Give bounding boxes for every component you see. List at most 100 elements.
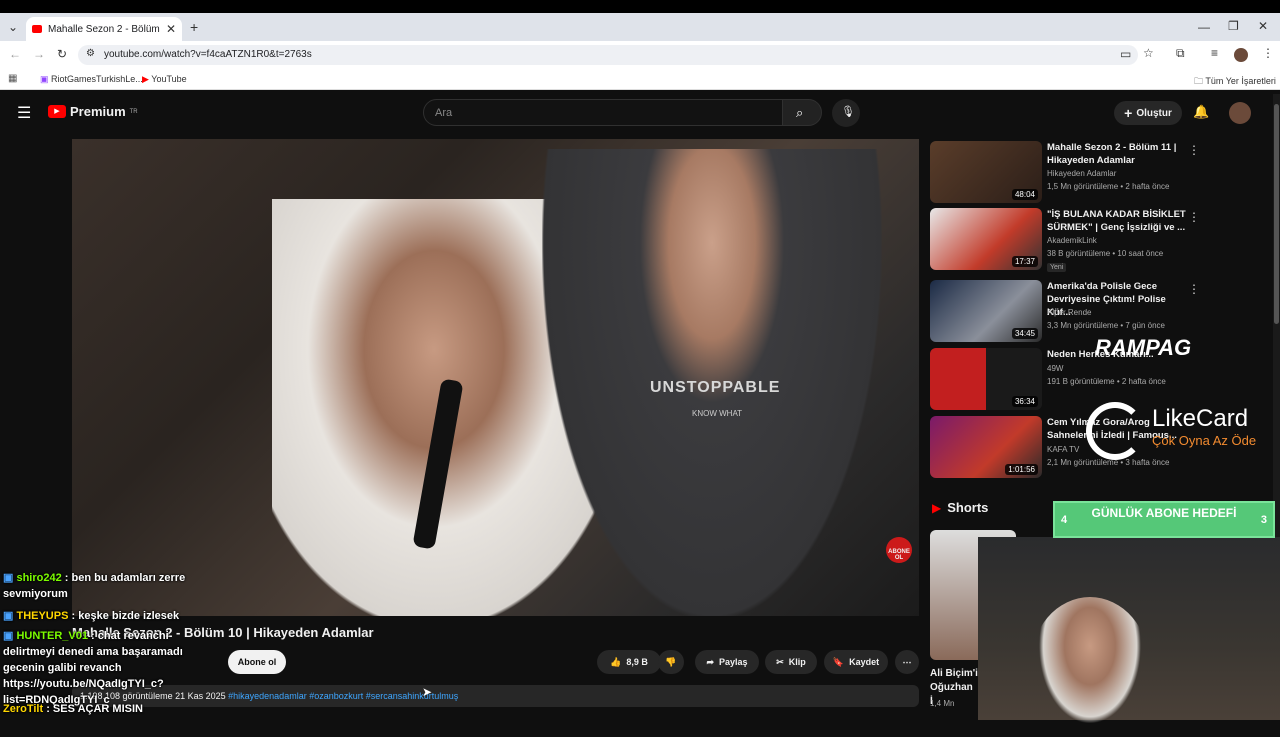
- mic-icon: 🎙: [841, 106, 855, 118]
- webcam-overlay: [978, 537, 1280, 737]
- goal-current: 4: [1061, 514, 1068, 526]
- duration-badge: 34:45: [1011, 328, 1038, 339]
- recommendation-channel[interactable]: 49W: [1047, 364, 1063, 373]
- new-tab-icon[interactable]: +: [190, 19, 198, 35]
- bookmark-youtube[interactable]: ▶ YouTube: [142, 74, 187, 85]
- youtube-play-icon: ▶: [48, 105, 66, 118]
- search-icon: ⌕: [796, 105, 804, 120]
- bookmark-youtube-label: YouTube: [151, 74, 187, 84]
- video-player[interactable]: UNSTOPPABLE KNOW WHAT: [72, 139, 919, 616]
- bookmark-star-icon[interactable]: ☆: [1143, 46, 1154, 60]
- forward-icon[interactable]: →: [33, 47, 45, 61]
- save-label: Kaydet: [849, 657, 880, 667]
- likecard-logo-text: LikeCard: [1152, 405, 1249, 432]
- recommendation-thumbnail[interactable]: 36:34: [930, 348, 1042, 410]
- recommendation-item[interactable]: 34:45 Amerika'da Polisle Gece Devriyesin…: [930, 280, 1270, 342]
- like-button[interactable]: 👍 8,9 B: [597, 650, 661, 674]
- apps-grid-icon[interactable]: ▦: [8, 73, 17, 84]
- recommendation-title[interactable]: Mahalle Sezon 2 - Bölüm 11 | Hikayeden A…: [1047, 141, 1187, 167]
- recommendation-channel[interactable]: KAFA TV: [1047, 445, 1079, 454]
- share-label: Paylaş: [719, 657, 748, 667]
- profile-avatar[interactable]: [1234, 48, 1248, 62]
- more-options-icon[interactable]: ⋮: [1188, 210, 1200, 224]
- more-options-icon[interactable]: ⋮: [1188, 143, 1200, 157]
- streamer-figure: [1030, 597, 1150, 737]
- scrollbar-thumb[interactable]: [1274, 104, 1279, 324]
- duration-badge: 36:34: [1011, 396, 1038, 407]
- chat-text: SES AÇAR MISIN: [52, 703, 143, 715]
- subscribe-button[interactable]: Abone ol: [228, 650, 286, 674]
- chat-text: keşke bizde izlesek: [78, 610, 180, 622]
- recommendation-thumbnail[interactable]: 34:45: [930, 280, 1042, 342]
- plus-icon: +: [1124, 105, 1133, 121]
- recommendation-item[interactable]: 17:37 "İŞ BULANA KADAR BİSİKLET SÜRMEK" …: [930, 208, 1270, 272]
- bookmark-riot[interactable]: ▣ RiotGamesTurkishLe...: [40, 74, 143, 85]
- create-label: Oluştur: [1136, 107, 1172, 119]
- dislike-button[interactable]: 👎: [658, 650, 684, 674]
- extensions-icon[interactable]: ⧉: [1176, 46, 1185, 61]
- recommendation-channel[interactable]: Alper Rende: [1047, 308, 1091, 317]
- recommendation-item[interactable]: 48:04 Mahalle Sezon 2 - Bölüm 11 | Hikay…: [930, 141, 1270, 203]
- close-tab-icon[interactable]: ✕: [166, 22, 176, 36]
- voice-search-button[interactable]: 🎙: [832, 99, 860, 127]
- recommendation-title[interactable]: "İŞ BULANA KADAR BİSİKLET SÜRMEK" | Genç…: [1047, 208, 1187, 234]
- duration-badge: 1:01:56: [1005, 464, 1038, 475]
- shirt-text: UNSTOPPABLE: [650, 379, 781, 396]
- chat-badge-icon: ▣: [3, 572, 14, 584]
- clip-button[interactable]: ✂ Klip: [765, 650, 817, 674]
- chat-username: shiro242: [16, 572, 62, 584]
- more-options-icon[interactable]: ⋮: [1188, 282, 1200, 296]
- save-button[interactable]: 🔖 Kaydet: [824, 650, 888, 674]
- install-icon[interactable]: ▭: [1120, 47, 1131, 61]
- back-icon[interactable]: ←: [9, 47, 21, 61]
- recommendation-channel[interactable]: Hikayeden Adamlar: [1047, 169, 1116, 178]
- recommendation-meta: 38 B görüntüleme • 10 saat önce: [1047, 249, 1164, 258]
- bookmark-icon: 🔖: [832, 656, 845, 667]
- search-input[interactable]: Ara: [423, 99, 783, 126]
- short-views: 1,4 Mn: [930, 699, 955, 708]
- likecard-slogan: Çok Oyna Az Öde: [1152, 433, 1257, 448]
- tab-search-chevron-icon[interactable]: ⌄: [8, 20, 18, 34]
- new-badge: Yeni: [1047, 263, 1067, 272]
- chrome-menu-icon[interactable]: ⋮: [1262, 46, 1274, 60]
- more-actions-button[interactable]: ⋯: [895, 650, 919, 674]
- bookmark-riot-label: RiotGamesTurkishLe...: [51, 74, 143, 84]
- share-button[interactable]: ➦ Paylaş: [695, 650, 759, 674]
- close-window-icon[interactable]: ✕: [1258, 19, 1268, 33]
- recommendation-thumbnail[interactable]: 1:01:56: [930, 416, 1042, 478]
- logo-text: Premium: [70, 104, 126, 119]
- search-button[interactable]: ⌕: [782, 99, 822, 126]
- chat-username: THEYUPS: [16, 610, 69, 622]
- chat-message: ▣ HUNTER_V01 : chat revanchi delirtmeyi …: [3, 630, 183, 706]
- account-avatar[interactable]: [1229, 102, 1251, 124]
- shorts-header: ▶ Shorts: [932, 500, 988, 515]
- twitch-icon: ▣: [40, 74, 49, 84]
- recommendation-channel[interactable]: AkademikLink: [1047, 236, 1097, 245]
- daily-subscriber-goal: 4 GÜNLÜK ABONE HEDEFİ 3: [1053, 501, 1275, 538]
- goal-label: GÜNLÜK ABONE HEDEFİ: [1091, 506, 1237, 520]
- chat-message: ZeroTilt : SES AÇAR MISIN: [3, 703, 143, 715]
- minimize-icon[interactable]: —: [1198, 20, 1210, 34]
- recommendation-meta: 1,5 Mn görüntüleme • 2 hafta önce: [1047, 182, 1170, 191]
- url-field[interactable]: youtube.com/watch?v=f4caATZN1R0&t=2763s: [78, 45, 1138, 65]
- chat-username: ZeroTilt: [3, 703, 44, 715]
- all-bookmarks[interactable]: 🗀 Tüm Yer İşaretleri: [1194, 74, 1276, 90]
- chat-message: ▣ THEYUPS : keşke bizde izlesek: [3, 610, 180, 622]
- notifications-bell-icon[interactable]: 🔔: [1193, 104, 1209, 120]
- reload-icon[interactable]: ↻: [57, 47, 67, 61]
- chat-username: HUNTER_V01: [16, 630, 88, 642]
- browser-tab[interactable]: Mahalle Sezon 2 - Bölüm 1 ✕: [26, 17, 182, 41]
- site-info-icon[interactable]: ⚙: [86, 48, 95, 59]
- scissors-icon: ✂: [776, 656, 784, 667]
- youtube-logo[interactable]: ▶ Premium TR: [48, 104, 138, 119]
- recommendation-thumbnail[interactable]: 17:37: [930, 208, 1042, 270]
- recommendation-thumbnail[interactable]: 48:04: [930, 141, 1042, 203]
- recommendation-meta: 3,3 Mn görüntüleme • 7 gün önce: [1047, 321, 1165, 330]
- hamburger-menu-icon[interactable]: ☰: [17, 103, 31, 123]
- media-icon[interactable]: ≡: [1211, 46, 1218, 60]
- folder-icon: 🗀: [1194, 76, 1204, 86]
- shorts-label: Shorts: [947, 500, 989, 515]
- maximize-icon[interactable]: ❐: [1228, 19, 1239, 33]
- abone-watermark[interactable]: ABONE OL: [886, 537, 912, 563]
- create-button[interactable]: + Oluştur: [1114, 101, 1182, 125]
